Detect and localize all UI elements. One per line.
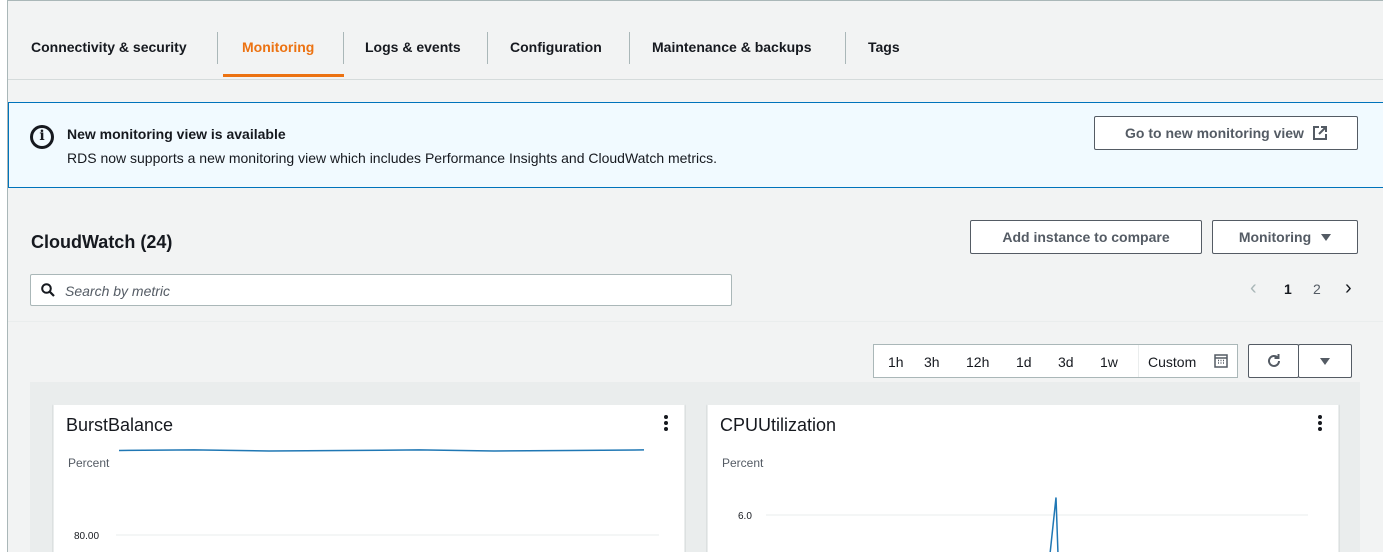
- cloudwatch-title: CloudWatch (24): [31, 232, 173, 252]
- burstbalance-chart: 80.00: [74, 449, 659, 542]
- metric-chart-card: BurstBalance Percent 80.00: [53, 404, 685, 552]
- refresh-icon: [1267, 354, 1280, 367]
- search-input[interactable]: [65, 281, 715, 301]
- external-link-icon: [1312, 126, 1327, 140]
- range-option-1h[interactable]: 1h: [888, 354, 904, 370]
- cpuutilization-series-line: [1049, 497, 1059, 552]
- y-tick-label: 6.0: [738, 511, 752, 522]
- refresh-button[interactable]: [1248, 344, 1299, 378]
- tab-maintenance-backups[interactable]: Maintenance & backups: [652, 39, 812, 55]
- tab-bar: Connectivity & security Monitoring Logs …: [8, 1, 1383, 80]
- search-icon: [41, 283, 55, 297]
- info-banner: i New monitoring view is available RDS n…: [8, 102, 1383, 188]
- tab-separator: [845, 32, 846, 64]
- go-to-new-monitoring-view-label: Go to new monitoring view: [1125, 125, 1304, 141]
- caret-down-icon: [1321, 233, 1332, 241]
- time-range-selector: 1h 3h 12h 1d 3d 1w Custom: [873, 344, 1238, 378]
- metric-chart-card: CPUUtilization Percent 6.0: [707, 404, 1339, 552]
- metric-search-box: [30, 274, 732, 306]
- section-divider: [8, 321, 1383, 322]
- banner-title: New monitoring view is available: [67, 126, 286, 142]
- tab-separator: [343, 32, 344, 64]
- pagination-page-1[interactable]: 1: [1284, 281, 1292, 297]
- range-option-3h[interactable]: 3h: [924, 354, 940, 370]
- range-option-1d[interactable]: 1d: [1016, 354, 1032, 370]
- tab-separator: [629, 32, 630, 64]
- monitoring-dropdown-label: Monitoring: [1238, 229, 1312, 245]
- info-icon: i: [30, 125, 54, 149]
- calendar-icon[interactable]: [1214, 354, 1228, 368]
- tab-monitoring[interactable]: Monitoring: [242, 39, 314, 55]
- range-option-1w[interactable]: 1w: [1100, 354, 1118, 370]
- tab-tags[interactable]: Tags: [868, 39, 900, 55]
- caret-down-icon: [1320, 357, 1330, 365]
- y-tick-label: 80.00: [74, 531, 99, 542]
- banner-text: RDS now supports a new monitoring view w…: [67, 150, 717, 166]
- pagination-prev-button[interactable]: ‹: [1250, 277, 1257, 300]
- tab-separator: [487, 32, 488, 64]
- active-tab-indicator: [223, 74, 344, 77]
- refresh-options-dropdown-button[interactable]: [1298, 344, 1352, 378]
- tab-configuration[interactable]: Configuration: [510, 39, 602, 55]
- rds-instance-panel: Connectivity & security Monitoring Logs …: [7, 0, 1383, 552]
- tab-logs-events[interactable]: Logs & events: [365, 39, 461, 55]
- range-option-12h[interactable]: 12h: [966, 354, 989, 370]
- range-option-custom[interactable]: Custom: [1148, 354, 1196, 370]
- tab-separator: [217, 32, 218, 64]
- monitoring-dropdown-button[interactable]: Monitoring: [1212, 220, 1358, 254]
- burstbalance-series-line: [118, 449, 645, 452]
- add-instance-to-compare-button[interactable]: Add instance to compare: [970, 220, 1202, 254]
- range-option-3d[interactable]: 3d: [1058, 354, 1074, 370]
- pagination-next-button[interactable]: ›: [1345, 277, 1352, 300]
- range-separator: [1138, 345, 1139, 377]
- cpuutilization-chart: 6.0: [738, 497, 1308, 552]
- tab-connectivity-security[interactable]: Connectivity & security: [31, 39, 187, 55]
- go-to-new-monitoring-view-button[interactable]: Go to new monitoring view: [1094, 116, 1358, 150]
- pagination-page-2[interactable]: 2: [1313, 281, 1321, 297]
